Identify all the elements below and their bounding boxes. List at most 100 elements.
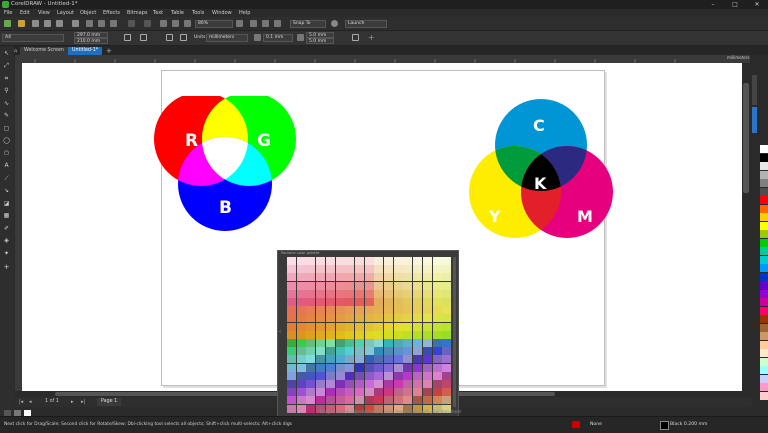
page-size-dropdown[interactable]: A4 [2, 34, 64, 42]
pantone-swatch[interactable] [364, 330, 374, 339]
pantone-swatch[interactable] [393, 257, 403, 265]
pantone-swatch[interactable] [296, 322, 306, 331]
pantone-swatch[interactable] [316, 371, 326, 380]
pantone-swatch[interactable] [374, 330, 384, 339]
pantone-swatch[interactable] [316, 363, 326, 372]
pantone-swatch[interactable] [335, 371, 345, 380]
pantone-swatch[interactable] [287, 314, 296, 323]
pantone-swatch[interactable] [287, 265, 296, 274]
import-icon[interactable] [172, 20, 179, 27]
eyedropper-icon[interactable]: ✐ [3, 225, 10, 232]
pantone-swatch[interactable] [345, 380, 355, 388]
next-page-icon[interactable]: ▸ [71, 399, 74, 405]
pantone-swatch[interactable] [422, 347, 432, 356]
pantone-swatch[interactable] [393, 339, 403, 347]
pantone-swatch[interactable] [432, 273, 442, 282]
pantone-swatch[interactable] [287, 273, 296, 282]
pantone-swatch[interactable] [432, 363, 442, 372]
zoom-tool-icon[interactable]: ⚲ [3, 87, 10, 94]
pantone-swatch[interactable] [364, 380, 374, 388]
pantone-swatch[interactable] [335, 257, 345, 265]
pantone-swatch[interactable] [335, 289, 345, 298]
copy-icon[interactable] [98, 20, 105, 27]
pantone-swatch[interactable] [393, 396, 403, 405]
no-color-swatch[interactable] [24, 410, 31, 416]
pantone-swatch[interactable] [296, 273, 306, 282]
palette-swatch[interactable] [760, 281, 768, 289]
palette-swatch[interactable] [760, 196, 768, 204]
pantone-swatch[interactable] [403, 314, 413, 323]
pantone-swatch[interactable] [442, 314, 452, 323]
pantone-swatch[interactable] [442, 265, 452, 274]
pantone-swatch[interactable] [432, 298, 442, 306]
pantone-swatch[interactable] [316, 281, 326, 290]
pantone-swatch[interactable] [413, 363, 423, 372]
cmyk-color-wheel[interactable]: C K Y M [468, 99, 618, 241]
pantone-swatch[interactable] [296, 298, 306, 306]
collapse-arrow-icon[interactable]: ‹ [279, 329, 281, 335]
pantone-swatch[interactable] [403, 281, 413, 290]
palette-swatch[interactable] [760, 230, 768, 238]
pantone-swatch[interactable] [335, 273, 345, 282]
palette-swatch[interactable] [760, 145, 768, 153]
add-icon[interactable]: + [368, 33, 375, 42]
pantone-swatch[interactable] [287, 404, 296, 413]
pantone-swatch[interactable] [296, 281, 306, 290]
pantone-swatch[interactable] [442, 330, 452, 339]
pantone-swatch[interactable] [393, 355, 403, 364]
pantone-swatch[interactable] [374, 281, 384, 290]
full-screen-icon[interactable] [236, 20, 243, 27]
units-dropdown[interactable]: millimeters [206, 34, 248, 42]
pantone-swatch[interactable] [364, 339, 374, 347]
pantone-swatch[interactable] [296, 396, 306, 405]
rulers-icon[interactable] [250, 20, 257, 27]
pantone-swatch[interactable] [403, 396, 413, 405]
pantone-swatch[interactable] [306, 322, 316, 331]
palette-swatch[interactable] [760, 187, 768, 196]
pantone-swatch[interactable] [325, 388, 335, 397]
pantone-swatch[interactable] [325, 281, 335, 290]
pantone-swatch[interactable] [432, 388, 442, 397]
pantone-swatch[interactable] [306, 330, 316, 339]
pantone-swatch[interactable] [335, 265, 345, 274]
connector-tool-icon[interactable]: ↘ [3, 187, 10, 194]
pantone-swatch[interactable] [413, 306, 423, 315]
palette-swatch-grid[interactable] [287, 257, 453, 413]
current-page-icon[interactable] [180, 34, 187, 41]
pantone-swatch[interactable] [432, 265, 442, 274]
pantone-swatch[interactable] [325, 257, 335, 265]
pantone-swatch[interactable] [364, 363, 374, 372]
pantone-swatch[interactable] [442, 289, 452, 298]
pantone-swatch[interactable] [306, 355, 316, 364]
pantone-swatch[interactable] [442, 339, 452, 347]
pantone-swatch[interactable] [403, 371, 413, 380]
pantone-swatch[interactable] [413, 380, 423, 388]
pantone-swatch[interactable] [422, 330, 432, 339]
pantone-swatch[interactable] [364, 355, 374, 364]
pantone-palette-popup[interactable]: Pantone color palette ‹ [277, 250, 459, 418]
pantone-swatch[interactable] [345, 330, 355, 339]
pantone-swatch[interactable] [354, 306, 364, 315]
pantone-swatch[interactable] [316, 257, 326, 265]
pantone-swatch[interactable] [325, 355, 335, 364]
paste-icon[interactable] [110, 20, 117, 27]
pantone-swatch[interactable] [335, 281, 345, 290]
pantone-swatch[interactable] [442, 388, 452, 397]
pantone-swatch[interactable] [364, 314, 374, 323]
pantone-swatch[interactable] [413, 355, 423, 364]
palette-swatch[interactable] [760, 179, 768, 187]
pantone-swatch[interactable] [432, 289, 442, 298]
pantone-swatch[interactable] [374, 371, 384, 380]
pantone-swatch[interactable] [345, 265, 355, 274]
pantone-swatch[interactable] [384, 314, 393, 323]
pantone-swatch[interactable] [403, 339, 413, 347]
pantone-swatch[interactable] [306, 363, 316, 372]
palette-swatch[interactable] [760, 340, 768, 349]
pantone-swatch[interactable] [403, 273, 413, 282]
pantone-swatch[interactable] [384, 396, 393, 405]
palette-swatch[interactable] [760, 247, 768, 255]
pantone-swatch[interactable] [432, 371, 442, 380]
pantone-swatch[interactable] [345, 257, 355, 265]
pantone-swatch[interactable] [364, 396, 374, 405]
grid-icon[interactable] [262, 20, 269, 27]
